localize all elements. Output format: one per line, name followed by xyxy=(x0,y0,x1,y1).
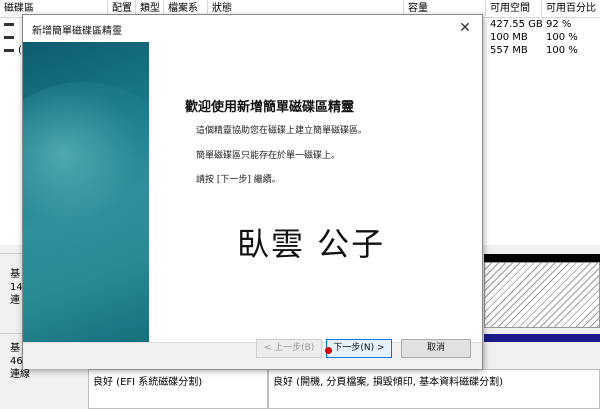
free-space-value: 100 MB xyxy=(490,32,528,43)
cursor-marker xyxy=(325,347,332,354)
disk-1-state: 連線 xyxy=(10,369,30,380)
close-icon[interactable]: ✕ xyxy=(454,17,476,39)
watermark-text: 臥雲 公子 xyxy=(237,225,386,263)
partition-stripe xyxy=(484,334,600,342)
wizard-text-3: 請按 [下一步] 繼續。 xyxy=(196,175,281,185)
col-free-percent[interactable]: 可用百分比 xyxy=(542,0,600,16)
cancel-button[interactable]: 取消 xyxy=(401,339,471,358)
banner-swoosh xyxy=(23,82,149,262)
title-bar[interactable]: 新增簡單磁碟區精靈 ✕ xyxy=(23,15,482,42)
dialog-title: 新增簡單磁碟區精靈 xyxy=(32,26,122,37)
next-button[interactable]: 下一步(N) > xyxy=(326,339,392,358)
wizard-heading: 歡迎使用新增簡單磁碟區精靈 xyxy=(185,100,355,115)
free-percent-value: 100 % xyxy=(546,45,578,56)
unallocated-region[interactable] xyxy=(484,262,600,328)
new-simple-volume-wizard: 新增簡單磁碟區精靈 ✕ 歡迎使用新增簡單磁碟區精靈 這個精靈協助您在磁碟上建立簡… xyxy=(22,14,483,369)
wizard-text-1: 這個精靈協助您在磁碟上建立簡單磁碟區。 xyxy=(196,126,368,136)
col-free-space[interactable]: 可用空間 xyxy=(486,0,542,16)
wizard-text-2: 簡單磁碟區只能存在於單一磁碟上。 xyxy=(196,151,341,161)
efi-partition[interactable]: 良好 (EFI 系統磁碟分割) xyxy=(88,369,268,409)
wizard-body: 歡迎使用新增簡單磁碟區精靈 這個精靈協助您在磁碟上建立簡單磁碟區。 簡單磁碟區只… xyxy=(23,42,482,342)
main-partition-status: 良好 (開機, 分頁檔案, 損毀傾印, 基本資料磁碟分割) xyxy=(273,377,504,388)
volume-icon xyxy=(4,23,14,26)
back-button[interactable]: < 上一步(B) xyxy=(256,339,322,358)
free-space-value: 557 MB xyxy=(490,45,528,56)
volume-icon xyxy=(4,49,14,52)
wizard-banner-image xyxy=(23,42,149,342)
main-partition[interactable]: 良好 (開機, 分頁檔案, 損毀傾印, 基本資料磁碟分割) xyxy=(268,369,600,409)
unallocated-stripe xyxy=(484,254,600,262)
free-percent-value: 100 % xyxy=(546,32,578,43)
free-space-value: 427.55 GB xyxy=(490,19,543,30)
volume-icon xyxy=(4,36,14,39)
free-percent-value: 92 % xyxy=(546,19,572,30)
efi-partition-status: 良好 (EFI 系統磁碟分割) xyxy=(93,377,203,388)
